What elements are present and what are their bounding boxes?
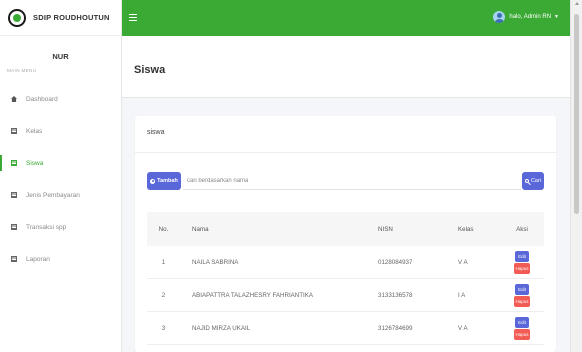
delete-button[interactable]: Hapus xyxy=(514,295,530,307)
cell-nisn: 3126784699 xyxy=(378,324,413,332)
cell-aksi: Edit Hapus xyxy=(500,283,544,307)
search-input[interactable] xyxy=(183,172,521,190)
sidebar-item-kelas[interactable]: Kelas xyxy=(0,115,121,147)
card-title: siswa xyxy=(147,129,165,136)
table-row: 3 NAJID MIRZA UKAIL 3126784699 V A Edit … xyxy=(147,312,544,345)
column-header-aksi: Aksi xyxy=(516,225,528,233)
search-icon xyxy=(524,178,530,184)
sidebar: SDIP ROUDHOUTUN NUR MAIN MENU Dashboard … xyxy=(0,0,122,352)
topbar: halo, Admin RN ▼ xyxy=(122,0,570,36)
cell-kelas: V A xyxy=(458,258,468,266)
scroll-thumb[interactable] xyxy=(574,14,579,214)
scrollbar[interactable] xyxy=(570,0,582,352)
search-button[interactable]: Cari xyxy=(522,172,544,190)
cell-kelas: V A xyxy=(458,324,468,332)
grid-icon xyxy=(11,256,17,262)
menu-header: MAIN MENU xyxy=(7,68,37,73)
sidebar-item-label: Dashboard xyxy=(26,95,58,103)
user-panel-name: NUR xyxy=(52,52,69,61)
column-header-nama: Nama xyxy=(192,225,209,233)
cell-aksi: Edit Hapus xyxy=(500,316,544,340)
brand-name: SDIP ROUDHOUTUN xyxy=(33,13,110,22)
brand[interactable]: SDIP ROUDHOUTUN xyxy=(0,0,121,36)
sidebar-item-label: Laporan xyxy=(26,255,50,263)
column-header-kelas: Kelas xyxy=(458,225,474,233)
divider xyxy=(135,152,556,153)
sidebar-item-label: Kelas xyxy=(26,127,43,135)
cell-no: 1 xyxy=(161,258,166,266)
grid-icon xyxy=(11,224,17,230)
caret-down-icon: ▼ xyxy=(554,14,559,20)
cell-nama: NAILA SABRINA xyxy=(192,258,239,266)
edit-button[interactable]: Edit xyxy=(515,250,529,262)
delete-button[interactable]: Hapus xyxy=(514,328,530,340)
sidebar-menu: Dashboard Kelas Siswa Jenis Pembayaran T… xyxy=(0,83,121,275)
siswa-card: siswa Tambah Cari No. Nama NISN Kelas Ak… xyxy=(135,116,556,352)
grid-icon xyxy=(11,192,17,198)
sidebar-item-dashboard[interactable]: Dashboard xyxy=(0,83,121,115)
user-greeting: halo, Admin RN xyxy=(509,14,552,20)
edit-button[interactable]: Edit xyxy=(515,316,529,328)
sidebar-item-jenis-pembayaran[interactable]: Jenis Pembayaran xyxy=(0,179,121,211)
page-header: Siswa xyxy=(122,36,570,98)
home-icon xyxy=(11,96,17,102)
add-button[interactable]: Tambah xyxy=(147,172,181,190)
table-row: 1 NAILA SABRINA 0128084937 V A Edit Hapu… xyxy=(147,246,544,279)
sidebar-item-transaksi-spp[interactable]: Transaksi spp xyxy=(0,211,121,243)
sidebar-item-laporan[interactable]: Laporan xyxy=(0,243,121,275)
cell-nisn: 0128084937 xyxy=(378,258,413,266)
cell-kelas: I A xyxy=(458,291,466,299)
page-title: Siswa xyxy=(134,64,166,76)
add-button-label: Tambah xyxy=(157,178,178,184)
table-header: No. Nama NISN Kelas Aksi xyxy=(147,212,544,246)
students-table: No. Nama NISN Kelas Aksi 1 NAILA SABRINA… xyxy=(147,212,544,345)
avatar xyxy=(493,11,506,23)
cell-no: 3 xyxy=(161,324,166,332)
sidebar-item-label: Transaksi spp xyxy=(26,223,67,231)
edit-button[interactable]: Edit xyxy=(515,283,529,295)
cell-nama: NAJID MIRZA UKAIL xyxy=(192,324,251,332)
grid-icon xyxy=(11,160,17,166)
table-row: 2 ABIAPATTRA TALAZHESRY FAHRIANTIKA 3133… xyxy=(147,279,544,312)
search-button-label: Cari xyxy=(530,178,542,184)
cell-nisn: 3133136578 xyxy=(378,291,413,299)
sidebar-item-siswa[interactable]: Siswa xyxy=(0,147,121,179)
cell-aksi: Edit Hapus xyxy=(500,250,544,274)
user-menu[interactable]: halo, Admin RN ▼ xyxy=(493,11,559,23)
grid-icon xyxy=(11,128,17,134)
scroll-up-icon[interactable] xyxy=(575,2,579,5)
sidebar-item-label: Siswa xyxy=(26,159,44,167)
delete-button[interactable]: Hapus xyxy=(514,262,530,274)
school-logo-icon xyxy=(8,8,26,27)
column-header-nisn: NISN xyxy=(378,225,393,233)
hamburger-menu-icon[interactable] xyxy=(129,14,137,21)
plus-circle-icon xyxy=(150,178,156,184)
cell-no: 2 xyxy=(161,291,166,299)
column-header-no: No. xyxy=(158,225,169,233)
cell-nama: ABIAPATTRA TALAZHESRY FAHRIANTIKA xyxy=(192,291,314,299)
sidebar-item-label: Jenis Pembayaran xyxy=(26,191,80,199)
